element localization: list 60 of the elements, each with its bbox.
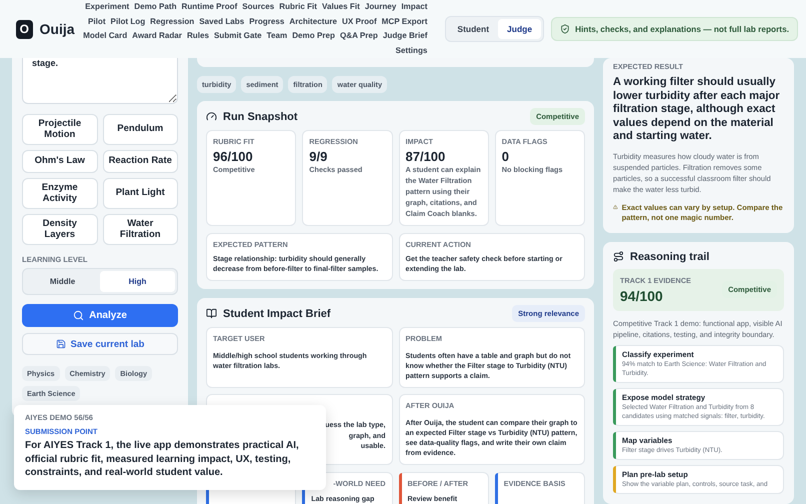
analyze-button[interactable]: Analyze: [22, 304, 178, 327]
nav-link[interactable]: Settings: [395, 44, 428, 57]
shield-check-icon: [560, 24, 570, 34]
metric-value: 9/9: [309, 149, 328, 164]
lab-button[interactable]: Ohm's Law: [22, 150, 98, 173]
result-headline: A working filter should usually lower turbidity after each major filtration stage, although exact values depend on the material and starting water.: [613, 76, 781, 144]
metric-value: 87/100: [406, 149, 446, 164]
lab-button[interactable]: Pendulum: [102, 114, 178, 145]
book-icon: [206, 308, 217, 319]
nav-link[interactable]: Q&A Prep: [340, 30, 378, 42]
notice-text: Hints, checks, and explanations — not full lab reports.: [575, 24, 789, 34]
nav-link[interactable]: Submit Gate: [214, 30, 262, 42]
warning-icon: [613, 202, 618, 210]
nav-link[interactable]: UX Proof: [342, 16, 377, 28]
input-field[interactable]: stage.: [22, 58, 178, 104]
level-option[interactable]: High: [100, 271, 175, 292]
nav-link[interactable]: Judge Brief: [382, 30, 428, 42]
nav-link[interactable]: Demo Path: [134, 1, 177, 14]
nav-link[interactable]: MCP Export: [382, 16, 428, 28]
nav-link[interactable]: Pilot Log: [110, 16, 146, 28]
nav-link[interactable]: Sources: [242, 1, 274, 14]
nav-link[interactable]: Team: [266, 30, 288, 42]
nav-link[interactable]: Journey: [364, 1, 396, 14]
evidence-score: 94/100: [620, 288, 664, 304]
nav-link[interactable]: Regression: [150, 16, 194, 28]
role-option[interactable]: Student: [448, 19, 498, 39]
nav-link[interactable]: Architecture: [289, 16, 338, 28]
metric-value: 96/100: [213, 149, 254, 164]
nav-link[interactable]: Rubric Fit: [279, 1, 318, 14]
lab-button[interactable]: Water Filtration: [102, 214, 178, 245]
card-title: Run Snapshot: [206, 110, 298, 122]
nav-link[interactable]: Award Radar: [132, 30, 182, 42]
brand-name: Ouija: [40, 21, 76, 37]
card-title: Reasoning trail: [613, 250, 784, 262]
save-icon: [56, 339, 66, 349]
lab-button[interactable]: Plant Light: [102, 178, 178, 209]
nav-link[interactable]: Model Card: [83, 30, 128, 42]
save-button[interactable]: Save current lab: [22, 333, 178, 355]
nav-link[interactable]: Runtime Proof: [182, 1, 238, 14]
nav-link[interactable]: Values Fit: [322, 1, 360, 14]
nav-link[interactable]: Pilot: [88, 16, 106, 28]
nav-link[interactable]: Saved Labs: [199, 16, 244, 28]
card-title: Student Impact Brief: [206, 308, 331, 320]
nav-link[interactable]: Experiment: [85, 1, 130, 14]
role-option[interactable]: Judge: [498, 19, 542, 39]
metric-value: 0: [502, 149, 510, 164]
nav-link[interactable]: Progress: [249, 16, 284, 28]
gauge-icon: [206, 111, 217, 122]
nav-link[interactable]: Demo Prep: [292, 30, 335, 42]
search-icon: [73, 310, 84, 321]
popup-text: For AIYES Track 1, the live app demonstrates practical AI, official rubric fit, measured learning impact, UX, testing, constraints, and real-world student value.: [25, 439, 300, 480]
nav-link[interactable]: Rules: [186, 30, 209, 42]
route-icon: [613, 251, 624, 262]
nav-link[interactable]: Impact: [401, 1, 428, 14]
lab-button[interactable]: Reaction Rate: [102, 150, 178, 173]
logo-icon: O: [16, 20, 33, 38]
lab-button[interactable]: Enzyme Activity: [22, 178, 98, 209]
level-option[interactable]: Middle: [25, 271, 100, 292]
lab-button[interactable]: Density Layers: [22, 214, 98, 245]
lab-button[interactable]: Projectile Motion: [22, 114, 98, 145]
